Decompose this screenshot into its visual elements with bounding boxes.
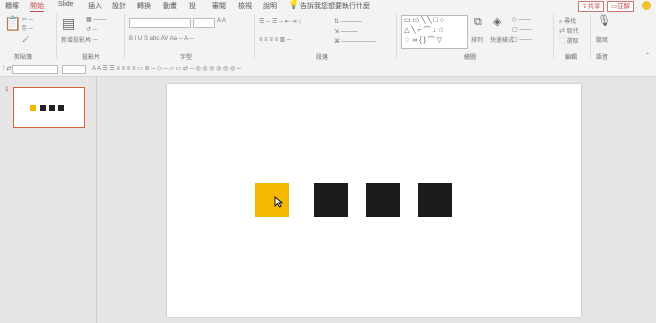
quick-styles-icon[interactable]: ◈ [493,17,501,28]
dictate-button[interactable]: 聽寫 [596,35,608,44]
tell-me-search[interactable]: 告訴我您想要執行什麼 [300,1,370,11]
quick-styles-button[interactable]: 快速樣式 [490,35,514,44]
tab-insert[interactable]: 插入 [88,1,102,11]
select-button[interactable]: ⬚ 選取 [559,36,579,45]
paste-icon[interactable]: 📋 [4,16,21,30]
thumb-yellow-square [30,105,36,111]
format-painter-icon[interactable]: 🖌 [22,36,30,43]
layout-button[interactable]: ▦ ─── [86,16,106,23]
arrange-button[interactable]: 排列 [471,35,483,44]
tab-transitions[interactable]: 轉換 [137,1,151,11]
clipboard-group-label: 剪貼簿 [14,55,33,61]
ribbon: 📋 ✂ ─ ⎘ ─ 🖌 剪貼簿 ▤ 新增投影片 ▦ ─── ↺ ─ ▭ ─ 投影… [0,12,656,63]
mini-font-name-dropdown[interactable] [12,65,58,74]
replace-icon: ⇄ [559,29,567,35]
black-square[interactable] [418,183,452,217]
black-square[interactable] [314,183,348,217]
shape-effects-button[interactable]: ▢ ─── [512,36,532,43]
group-divider [124,14,125,58]
group-divider [590,14,591,58]
tab-help[interactable]: 說明 [263,1,277,11]
copy-icon[interactable]: ⎘ ─ [22,26,33,33]
share-button[interactable]: ⇪共享 [578,1,605,12]
paragraph-group-label: 段落 [316,55,329,61]
shape-outline-button[interactable]: ▢ ─── [512,26,532,33]
align-buttons[interactable]: ≡ ≡ ≡ ≡ ▥ ─ [259,36,291,43]
slide-thumbnail[interactable] [13,87,85,128]
black-square[interactable] [366,183,400,217]
mini-format-toolbar: ⁞ ⇄ A A ☰ ☰ ≡ ≡ ≡ ≡ ▭ ⊘ ─ ◇ ─ ▱ ▭ ⇄ ─ ◎ … [0,62,656,77]
tab-view[interactable]: 檢視 [238,1,252,11]
thumb-black-square [49,105,55,111]
group-divider [56,14,57,58]
tab-review[interactable]: 審閱 [212,1,226,11]
font-format-buttons[interactable]: B I U S abc AV Aa ─ A ─ [129,36,194,42]
section-button[interactable]: ▭ ─ [86,36,98,43]
tab-animations[interactable]: 動畫 [163,1,177,11]
voice-group-label: 語音 [596,55,609,61]
tab-slideshow[interactable]: 投 [189,1,196,11]
microphone-icon[interactable]: 🎙 [597,16,611,27]
cut-icon[interactable]: ✂ ─ [22,16,33,23]
align-text-button[interactable]: ⇲ ──── [334,28,358,35]
slide-number: 1 [5,86,9,93]
lightbulb-icon: 💡 [288,0,300,9]
slides-group-label: 投影片 [82,55,101,61]
comments-button[interactable]: ▭註解 [607,1,635,12]
shapes-gallery[interactable]: ▭ ▭ ╲ ╲ □ ○ △ ╲ ⌐ ⌒ ↓ ☆ ♢ ∞ { } ⌒ ▽ [401,15,468,49]
yellow-square[interactable] [255,183,289,217]
mini-font-size-dropdown[interactable] [62,65,86,74]
drawing-group-label: 繪圖 [464,55,477,61]
collapse-ribbon-icon[interactable]: ⌃ [645,52,650,59]
font-group-label: 字型 [180,55,193,61]
group-divider [254,14,255,58]
smartart-button[interactable]: ⌘ ──────── [334,38,376,45]
group-divider [396,14,397,58]
thumb-black-square [40,105,46,111]
feedback-smiley-icon[interactable] [642,1,651,10]
mini-format-buttons[interactable]: A A ☰ ☰ ≡ ≡ ≡ ≡ ▭ ⊘ ─ ◇ ─ ▱ ▭ ⇄ ─ ◎ ◎ ◎ … [92,65,241,72]
reset-button[interactable]: ↺ ─ [86,26,97,33]
group-divider [553,14,554,58]
select-icon: ⬚ [559,39,567,45]
find-button[interactable]: ⌕ 尋找 [559,16,576,26]
tab-file[interactable]: 櫃塚 [5,1,19,11]
tab-slide[interactable]: Slide [58,1,74,8]
shape-fill-button[interactable]: ◇ ─── [512,16,531,23]
replace-button[interactable]: ⇄ 取代 [559,26,579,35]
arrow-pointer-icon [274,196,283,208]
thumb-black-square [58,105,64,111]
font-size-dropdown[interactable] [193,18,215,28]
ribbon-tab-bar: 櫃塚 開始 Slide 插入 設計 轉換 動畫 投 審閱 檢視 說明 💡 告訴我… [0,0,656,13]
slide-canvas[interactable] [167,84,581,317]
font-grow-shrink-icon[interactable]: A A [217,18,226,24]
editing-group-label: 編輯 [565,55,578,61]
tab-design[interactable]: 設計 [112,1,126,11]
list-buttons[interactable]: ☰ ─ ☰ ─ ⇤ ⇥ ↕ [259,18,301,25]
toolbar-grip-icon: ⁞ ⇄ [3,66,12,72]
arrange-icon[interactable]: ⧉ [474,17,482,28]
font-name-dropdown[interactable] [129,18,191,28]
new-slide-icon[interactable]: ▤ [62,16,75,30]
text-direction-button[interactable]: ⇅ ───── [334,18,362,25]
